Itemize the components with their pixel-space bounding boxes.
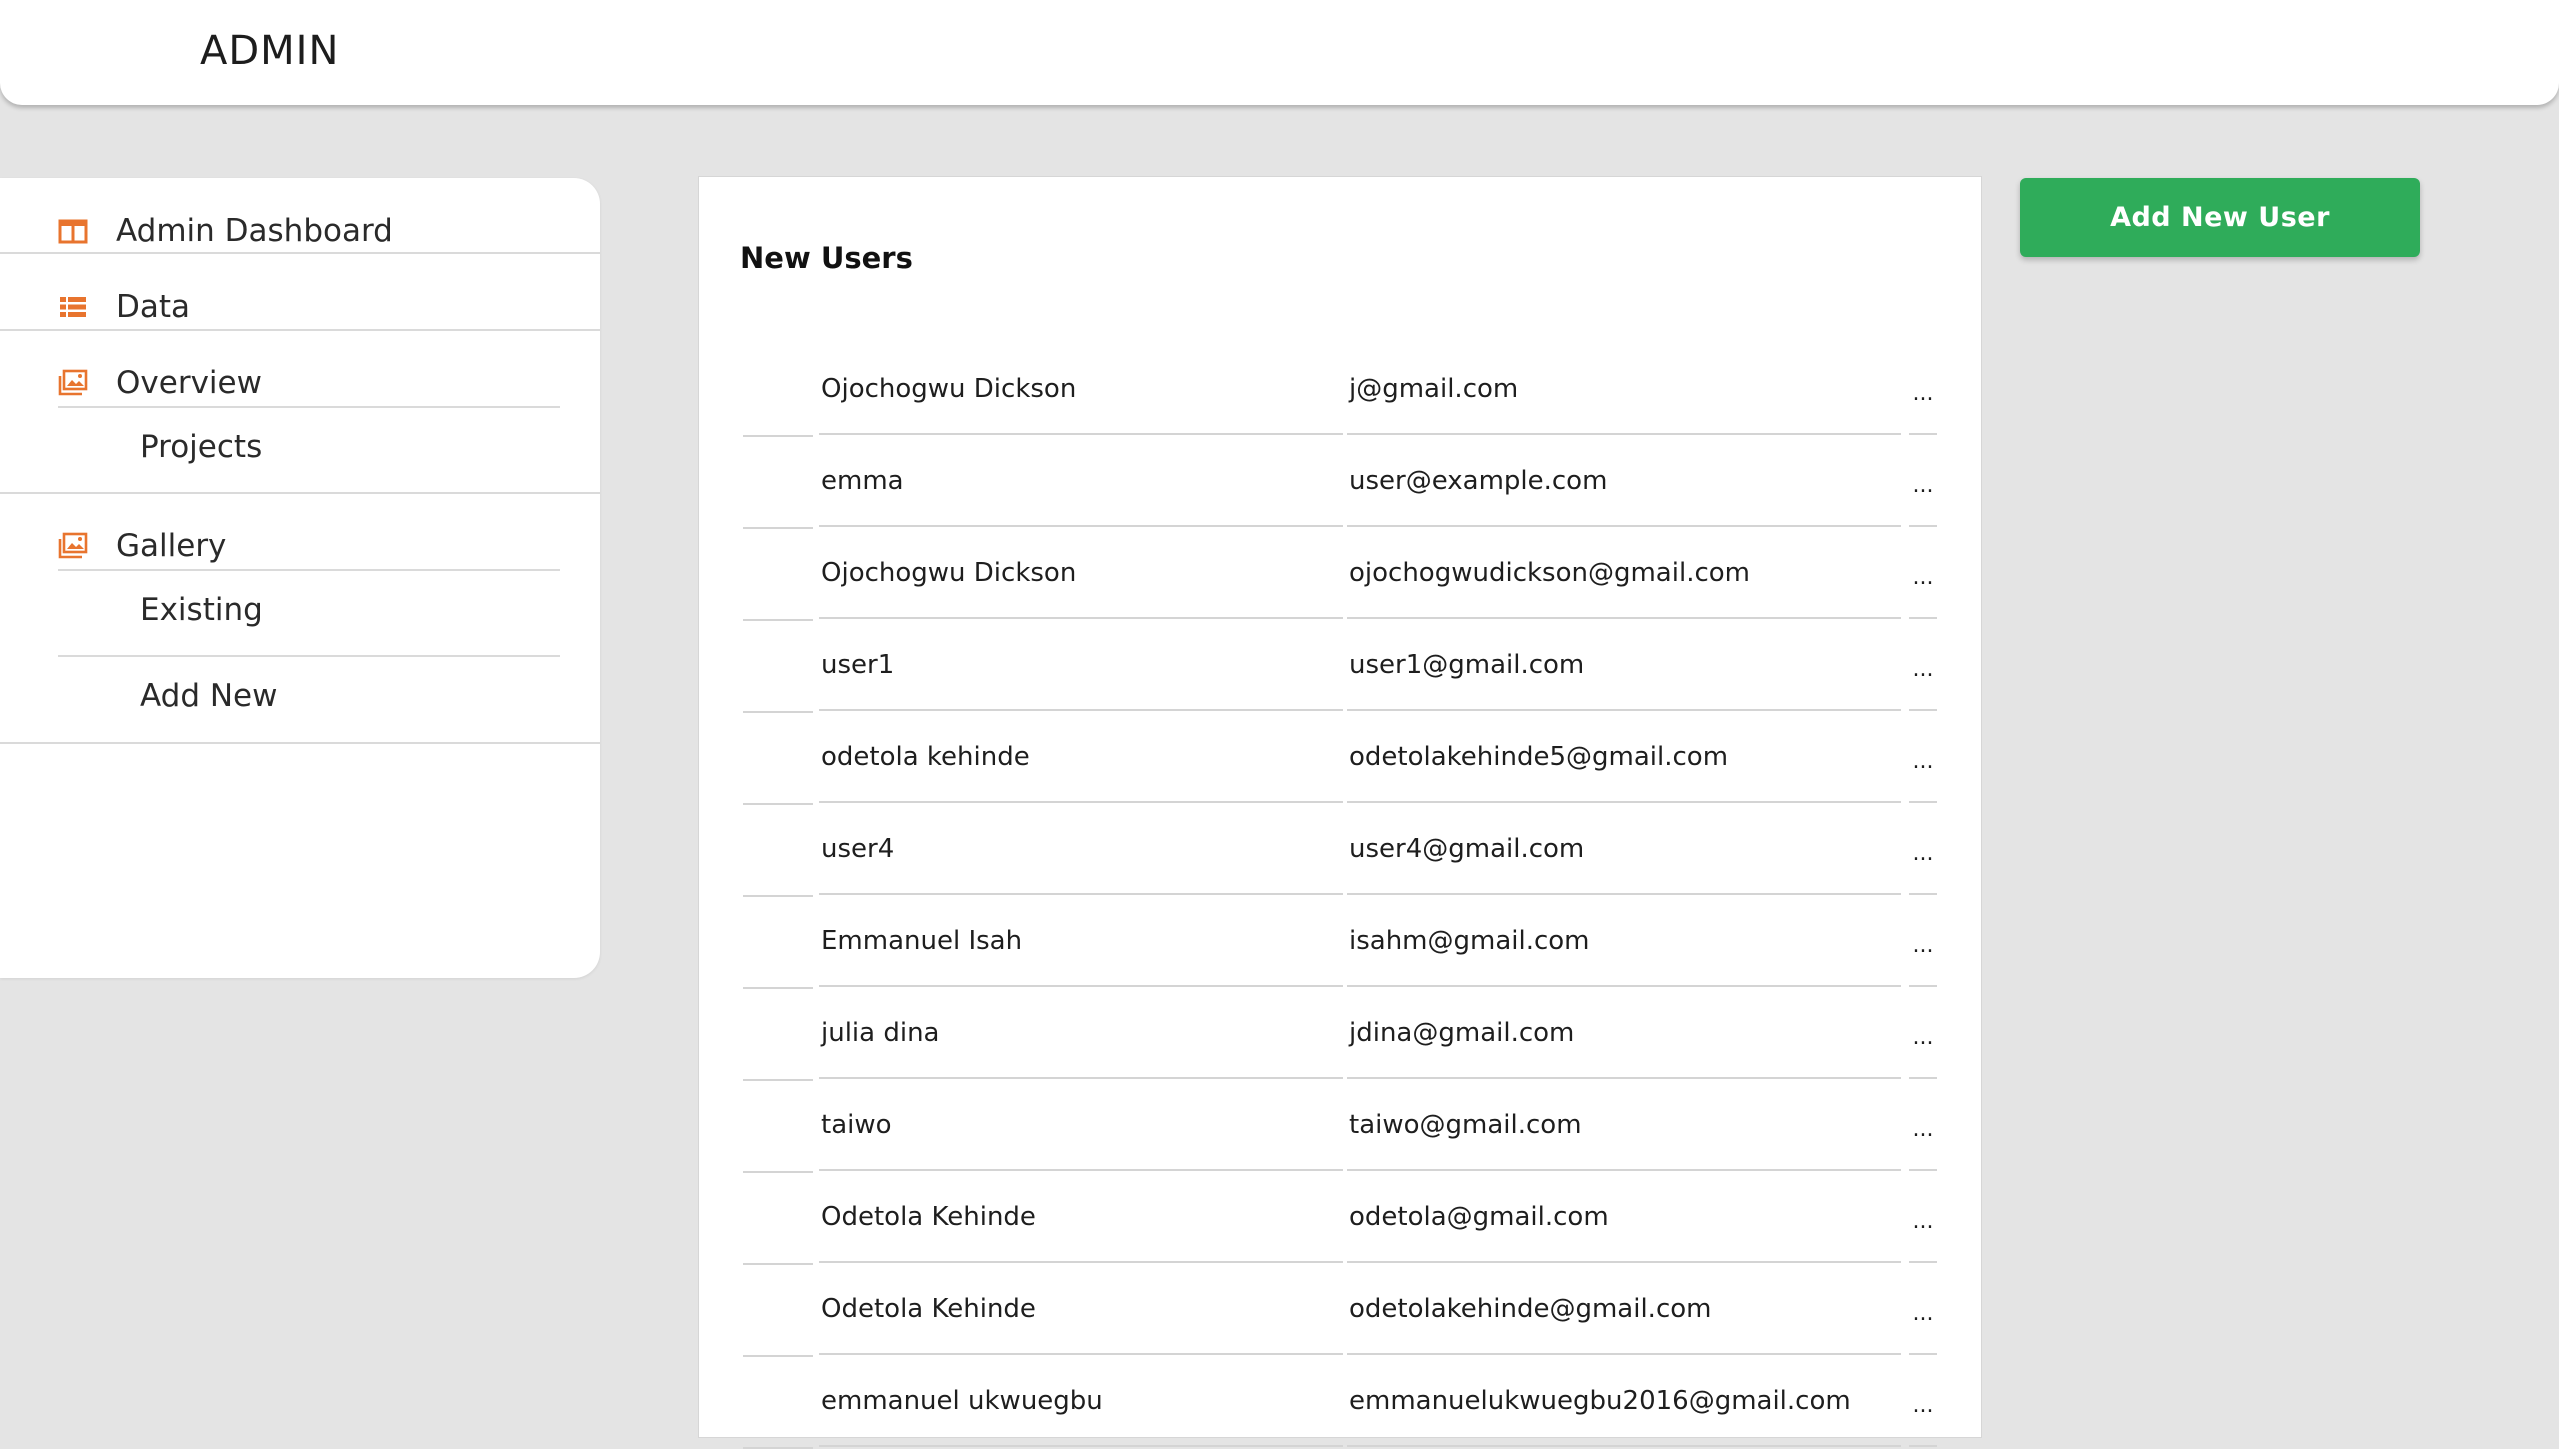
table-row[interactable]: user4 user4@gmail.com... [743, 805, 1937, 897]
divider [58, 569, 560, 571]
sidebar-subitem-projects[interactable]: Projects [140, 429, 262, 465]
divider [0, 742, 600, 744]
user-email: odetolakehinde5@gmail.com [1347, 713, 1901, 803]
sidebar-item-gallery[interactable]: Gallery [0, 525, 600, 567]
row-actions-menu[interactable]: ... [1909, 437, 1937, 527]
sidebar-subitem-add-new[interactable]: Add New [140, 678, 278, 714]
row-actions-menu[interactable]: ... [1909, 345, 1937, 435]
top-bar: ADMIN [0, 0, 2559, 105]
sidebar-item-admin-dashboard[interactable]: Admin Dashboard [0, 210, 600, 252]
sidebar-item-overview[interactable]: Overview [0, 362, 600, 404]
divider [0, 329, 600, 331]
row-actions-menu[interactable]: ... [1909, 1357, 1937, 1447]
row-actions-menu[interactable]: ... [1909, 805, 1937, 895]
row-actions-menu[interactable]: ... [1909, 1081, 1937, 1171]
sidebar-item-data[interactable]: Data [0, 286, 600, 328]
row-actions-menu[interactable]: ... [1909, 621, 1937, 711]
sidebar-subitem-existing[interactable]: Existing [140, 592, 263, 628]
row-spacer-cell [743, 529, 813, 621]
row-spacer-cell [743, 345, 813, 437]
divider [58, 406, 560, 408]
user-email: jdina@gmail.com [1347, 989, 1901, 1079]
user-email: isahm@gmail.com [1347, 897, 1901, 987]
add-new-user-button[interactable]: Add New User [2020, 178, 2420, 257]
user-name: Odetola Kehinde [819, 1265, 1343, 1355]
table-row[interactable]: Ojochogwu Dickson j@gmail.com... [743, 345, 1937, 437]
table-row[interactable]: taiwo taiwo@gmail.com... [743, 1081, 1937, 1173]
sidebar-item-label: Gallery [116, 528, 227, 564]
user-email: emmanuelukwuegbu2016@gmail.com [1347, 1357, 1901, 1447]
row-spacer-cell [743, 437, 813, 529]
images-icon [58, 368, 88, 398]
user-email: j@gmail.com [1347, 345, 1901, 435]
row-spacer-cell [743, 805, 813, 897]
user-name: emma [819, 437, 1343, 527]
user-email: odetolakehinde@gmail.com [1347, 1265, 1901, 1355]
user-name: user4 [819, 805, 1343, 895]
row-spacer-cell [743, 621, 813, 713]
app-title: ADMIN [200, 28, 340, 74]
divider [0, 492, 600, 494]
user-name: Odetola Kehinde [819, 1173, 1343, 1263]
divider [58, 655, 560, 657]
table-row[interactable]: julia dina jdina@gmail.com... [743, 989, 1937, 1081]
panel-title: New Users [740, 241, 913, 275]
user-name: taiwo [819, 1081, 1343, 1171]
row-spacer-cell [743, 1357, 813, 1449]
user-name: Ojochogwu Dickson [819, 529, 1343, 619]
row-spacer-cell [743, 1173, 813, 1265]
table-row[interactable]: Emmanuel Isah isahm@gmail.com... [743, 897, 1937, 989]
user-email: ojochogwudickson@gmail.com [1347, 529, 1901, 619]
table-row[interactable]: emmanuel ukwuegbu emmanuelukwuegbu2016@gm… [743, 1357, 1937, 1449]
table-row[interactable]: Odetola Kehinde odetola@gmail.com... [743, 1173, 1937, 1265]
user-email: user@example.com [1347, 437, 1901, 527]
user-email: taiwo@gmail.com [1347, 1081, 1901, 1171]
user-email: user1@gmail.com [1347, 621, 1901, 711]
row-actions-menu[interactable]: ... [1909, 1265, 1937, 1355]
sidebar-item-label: Admin Dashboard [116, 213, 393, 249]
row-spacer-cell [743, 897, 813, 989]
user-name: julia dina [819, 989, 1343, 1079]
list-icon [58, 292, 88, 322]
row-spacer-cell [743, 713, 813, 805]
images-icon [58, 531, 88, 561]
sidebar-item-label: Overview [116, 365, 262, 401]
row-actions-menu[interactable]: ... [1909, 1173, 1937, 1263]
row-spacer-cell [743, 989, 813, 1081]
user-name: Ojochogwu Dickson [819, 345, 1343, 435]
new-users-panel: New Users Ojochogwu Dickson j@gmail.com..… [698, 176, 1982, 1449]
table-row[interactable]: Ojochogwu Dickson ojochogwudickson@gmail.… [743, 529, 1937, 621]
table-row[interactable]: odetola kehinde odetolakehinde5@gmail.com… [743, 713, 1937, 805]
table-row[interactable]: Odetola Kehinde odetolakehinde@gmail.com.… [743, 1265, 1937, 1357]
sidebar: Admin Dashboard Data Overview Projects G… [0, 178, 600, 978]
row-actions-menu[interactable]: ... [1909, 897, 1937, 987]
columns-icon [58, 216, 88, 246]
row-spacer-cell [743, 1081, 813, 1173]
table-row[interactable]: user1 user1@gmail.com... [743, 621, 1937, 713]
row-actions-menu[interactable]: ... [1909, 529, 1937, 619]
user-name: Emmanuel Isah [819, 897, 1343, 987]
table-row[interactable]: emma user@example.com... [743, 437, 1937, 529]
row-actions-menu[interactable]: ... [1909, 989, 1937, 1079]
row-spacer-cell [743, 1265, 813, 1357]
row-actions-menu[interactable]: ... [1909, 713, 1937, 803]
divider [0, 252, 600, 254]
user-email: user4@gmail.com [1347, 805, 1901, 895]
user-name: odetola kehinde [819, 713, 1343, 803]
user-name: emmanuel ukwuegbu [819, 1357, 1343, 1447]
user-email: odetola@gmail.com [1347, 1173, 1901, 1263]
sidebar-item-label: Data [116, 289, 191, 325]
user-name: user1 [819, 621, 1343, 711]
